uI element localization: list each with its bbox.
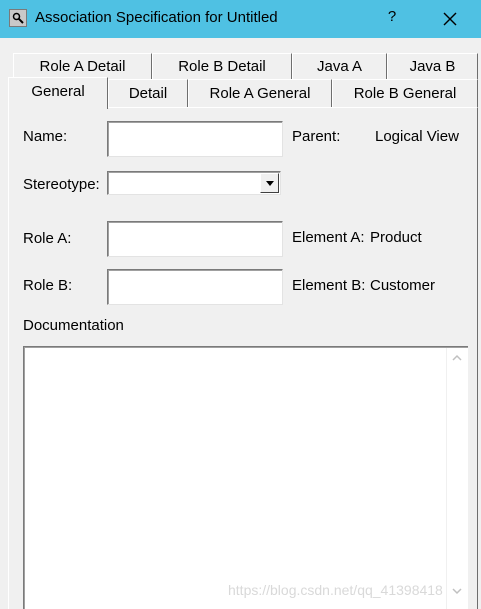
tab-role-a-general[interactable]: Role A General <box>188 79 332 107</box>
name-field[interactable] <box>107 121 283 157</box>
parent-label: Parent: <box>292 128 341 145</box>
tab-general[interactable]: General <box>8 77 108 109</box>
close-icon[interactable] <box>440 9 460 29</box>
scroll-down-icon[interactable] <box>452 587 462 595</box>
stereotype-select[interactable] <box>107 171 281 195</box>
element-b-label: Element B: <box>292 277 366 294</box>
help-button[interactable]: ? <box>383 8 401 28</box>
role-a-label: Role A: <box>23 230 72 247</box>
documentation-scrollbar[interactable] <box>446 348 468 609</box>
window-title: Association Specification for Untitled <box>35 9 278 26</box>
documentation-textarea[interactable] <box>23 346 468 609</box>
stereotype-label: Stereotype: <box>23 176 100 193</box>
tab-role-b-detail[interactable]: Role B Detail <box>152 53 292 79</box>
tab-java-a[interactable]: Java A <box>292 53 387 79</box>
scroll-up-icon[interactable] <box>452 354 462 362</box>
role-a-field[interactable] <box>107 221 283 257</box>
name-label: Name: <box>23 128 68 145</box>
watermark: https://blog.csdn.net/qq_41398418 <box>228 582 443 598</box>
element-a-value: Product <box>370 229 422 246</box>
magnifier-icon <box>9 9 27 27</box>
tab-detail[interactable]: Detail <box>108 79 188 107</box>
role-b-label: Role B: <box>23 277 73 294</box>
chevron-down-icon[interactable] <box>260 173 279 193</box>
parent-value: Logical View <box>375 128 459 145</box>
element-b-value: Customer <box>370 277 436 294</box>
documentation-label: Documentation <box>23 317 124 334</box>
role-b-field[interactable] <box>107 269 283 305</box>
tab-role-b-general[interactable]: Role B General <box>332 79 478 107</box>
tab-java-b[interactable]: Java B <box>387 53 478 79</box>
element-a-label: Element A: <box>292 229 365 246</box>
tab-role-a-detail[interactable]: Role A Detail <box>13 53 152 79</box>
title-bar: Association Specification for Untitled ? <box>0 0 481 38</box>
